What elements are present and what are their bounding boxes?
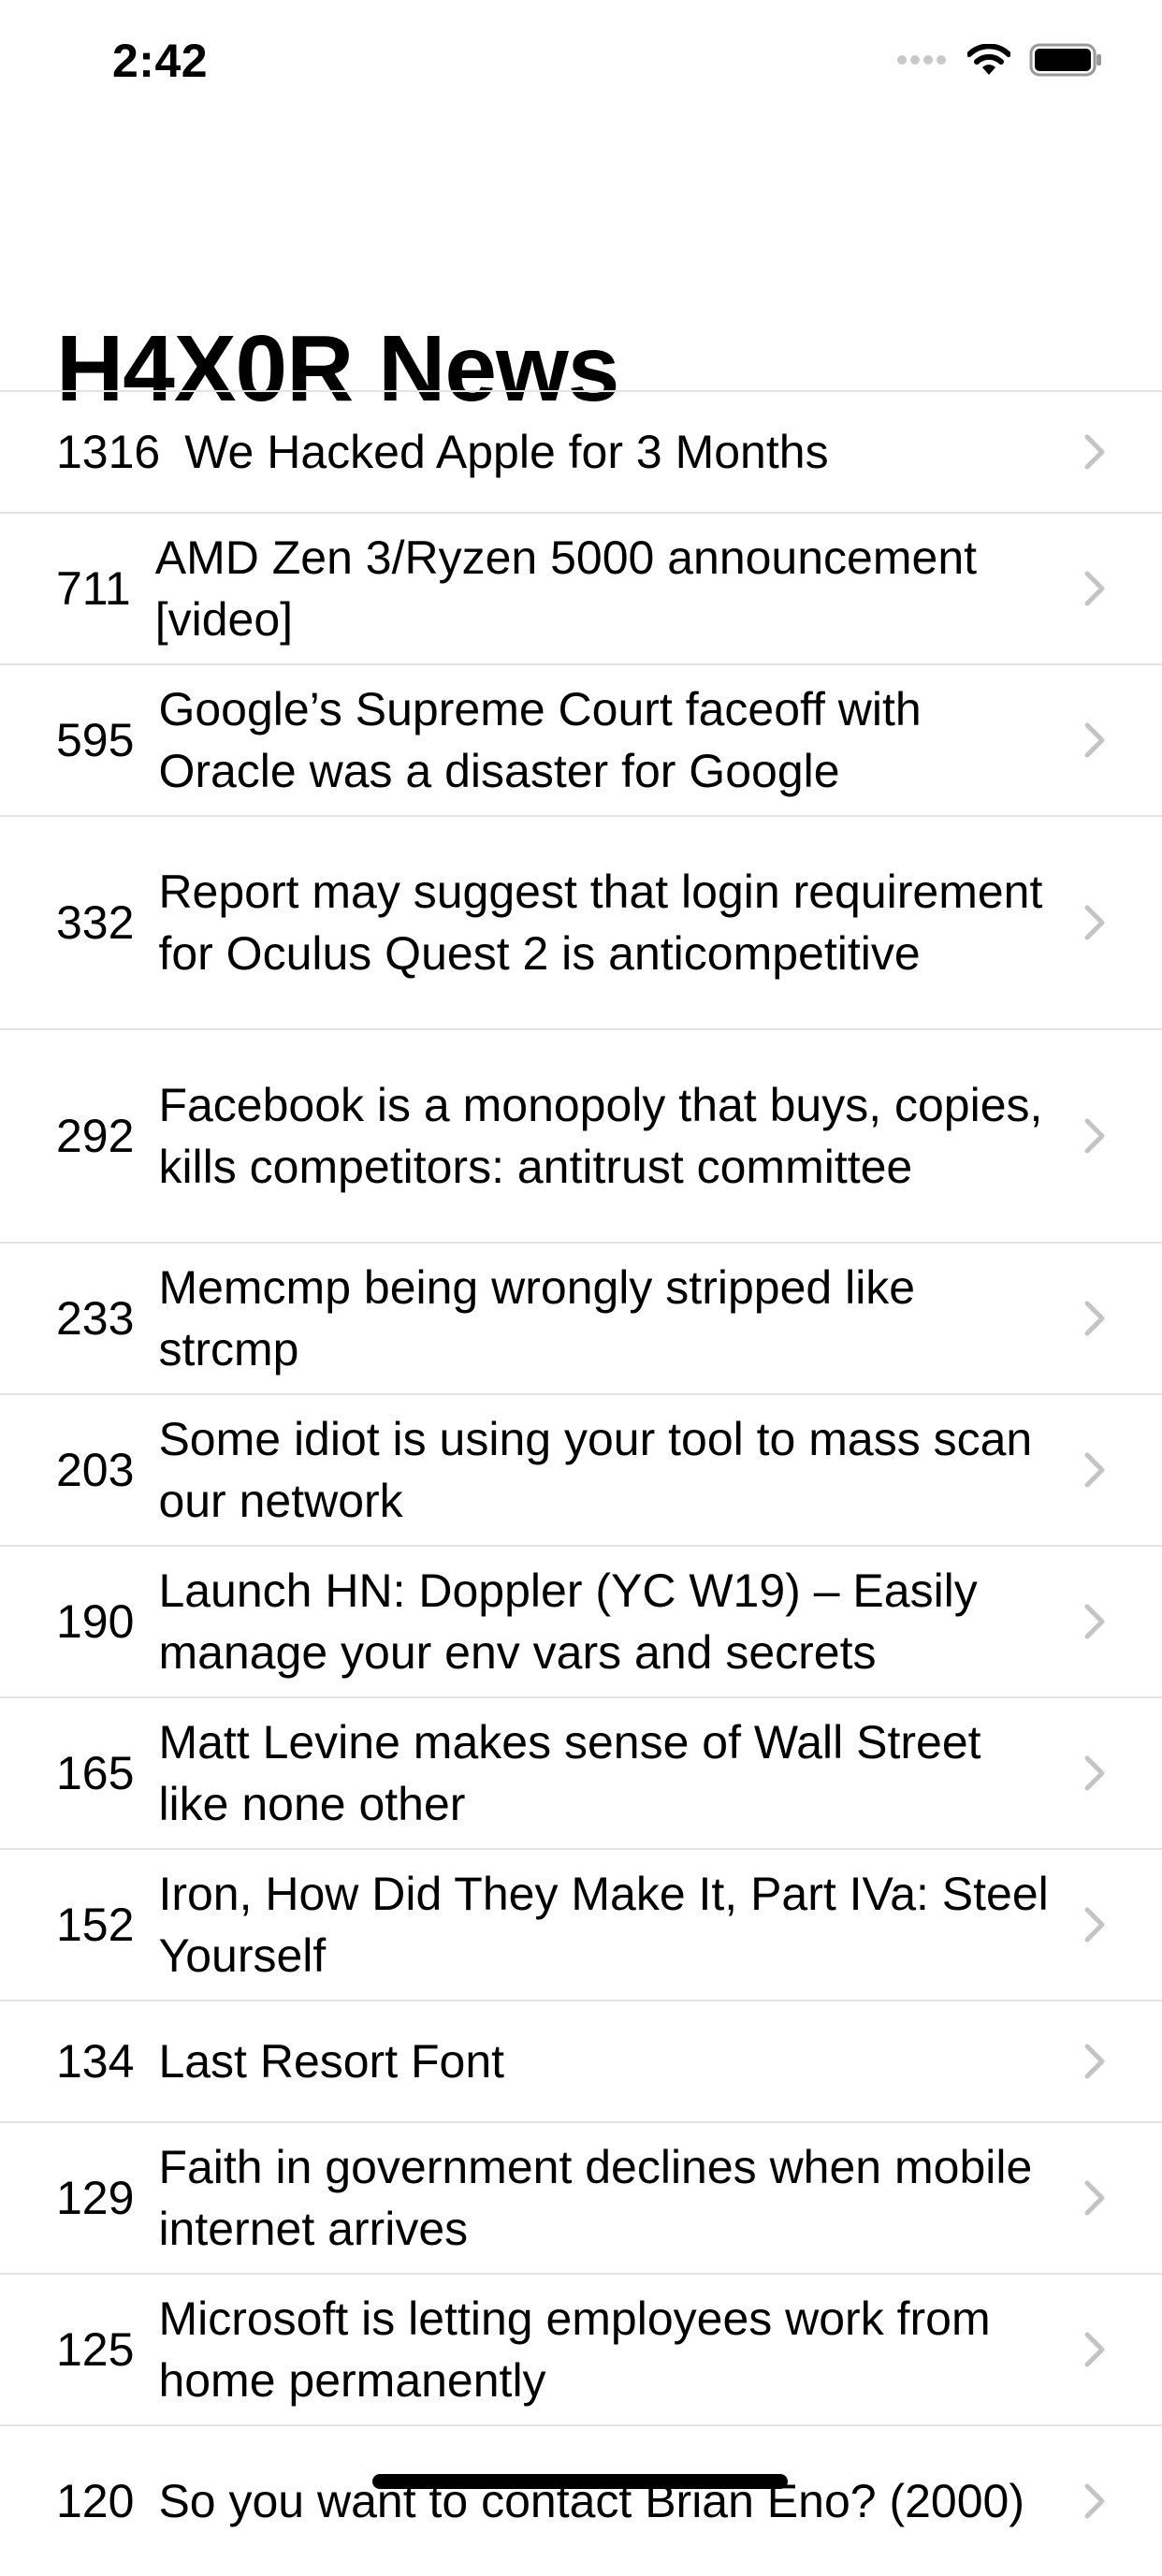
story-title: We Hacked Apple for 3 Months [184, 426, 829, 478]
story-title: Iron, How Did They Make It, Part IVa: St… [158, 1868, 1049, 1982]
story-points: 165 [56, 1747, 135, 1799]
wifi-icon [967, 44, 1010, 75]
story-points: 332 [56, 896, 135, 949]
story-points: 292 [56, 1110, 135, 1162]
story-row[interactable]: 134 Last Resort Font [0, 2000, 1162, 2121]
status-icons [896, 41, 1102, 79]
story-points: 134 [56, 2035, 135, 2088]
story-points: 190 [56, 1595, 135, 1648]
chevron-right-icon [1084, 434, 1105, 470]
story-points: 595 [56, 714, 135, 766]
chevron-right-icon [1084, 1755, 1105, 1791]
story-row[interactable]: 165 Matt Levine makes sense of Wall Stree… [0, 1696, 1162, 1848]
story-points: 233 [56, 1292, 135, 1345]
chevron-right-icon [1084, 1452, 1105, 1488]
story-row[interactable]: 332 Report may suggest that login require… [0, 815, 1162, 1028]
story-title: Microsoft is letting employees work from… [158, 2292, 991, 2407]
chevron-right-icon [1084, 2180, 1105, 2216]
story-title: Some idiot is using your tool to mass sc… [158, 1413, 1033, 1527]
home-indicator [372, 2474, 788, 2489]
story-points: 1316 [56, 426, 161, 478]
story-points: 129 [56, 2172, 135, 2224]
story-row[interactable]: 292 Facebook is a monopoly that buys, cop… [0, 1028, 1162, 1242]
story-title: Report may suggest that login requiremen… [158, 866, 1043, 980]
story-points: 152 [56, 1899, 135, 1951]
story-title: Faith in government declines when mobile… [158, 2141, 1033, 2255]
story-row[interactable]: 711 AMD Zen 3/Ryzen 5000 announcement [vi… [0, 512, 1162, 663]
story-list: 1316 We Hacked Apple for 3 Months 711 AMD Z… [0, 390, 1162, 2576]
status-bar: 2:42 [0, 0, 1162, 124]
story-row[interactable]: 129 Faith in government declines when mob… [0, 2121, 1162, 2273]
story-row[interactable]: 203 Some idiot is using your tool to mass… [0, 1393, 1162, 1545]
battery-icon [1029, 43, 1101, 77]
chevron-right-icon [1084, 1907, 1105, 1943]
chevron-right-icon [1084, 1118, 1105, 1154]
story-title: Launch HN: Doppler (YC W19) – Easily man… [158, 1565, 978, 1679]
story-row[interactable]: 595 Google’s Supreme Court faceoff with O… [0, 663, 1162, 815]
chevron-right-icon [1084, 1604, 1105, 1639]
story-title: Memcmp being wrongly stripped like strcm… [158, 1261, 916, 1375]
story-points: 125 [56, 2323, 135, 2376]
chevron-right-icon [1084, 2044, 1105, 2079]
story-title: Matt Levine makes sense of Wall Street l… [158, 1716, 981, 1830]
cellular-signal-icon [897, 55, 946, 65]
story-title: Google’s Supreme Court faceoff with Orac… [158, 683, 922, 797]
story-row[interactable]: 233 Memcmp being wrongly stripped like st… [0, 1242, 1162, 1393]
story-title: AMD Zen 3/Ryzen 5000 announcement [video… [154, 531, 978, 646]
story-points: 120 [56, 2475, 135, 2527]
chevron-right-icon [1084, 571, 1105, 606]
story-title: Last Resort Font [158, 2035, 505, 2088]
chevron-right-icon [1084, 722, 1105, 758]
story-row[interactable]: 190 Launch HN: Doppler (YC W19) – Easily … [0, 1545, 1162, 1696]
story-row[interactable]: 120 So you want to contact Brian Eno? (20… [0, 2424, 1162, 2576]
story-points: 711 [56, 562, 131, 615]
chevron-right-icon [1084, 905, 1105, 940]
story-row[interactable]: 152 Iron, How Did They Make It, Part IVa:… [0, 1848, 1162, 2000]
story-row[interactable]: 125 Microsoft is letting employees work f… [0, 2273, 1162, 2424]
chevron-right-icon [1084, 1301, 1105, 1336]
story-points: 203 [56, 1444, 135, 1496]
chevron-right-icon [1084, 2483, 1105, 2519]
chevron-right-icon [1084, 2332, 1105, 2367]
story-row[interactable]: 1316 We Hacked Apple for 3 Months [0, 390, 1162, 512]
status-time: 2:42 [112, 35, 209, 87]
story-title: Facebook is a monopoly that buys, copies… [158, 1079, 1043, 1193]
